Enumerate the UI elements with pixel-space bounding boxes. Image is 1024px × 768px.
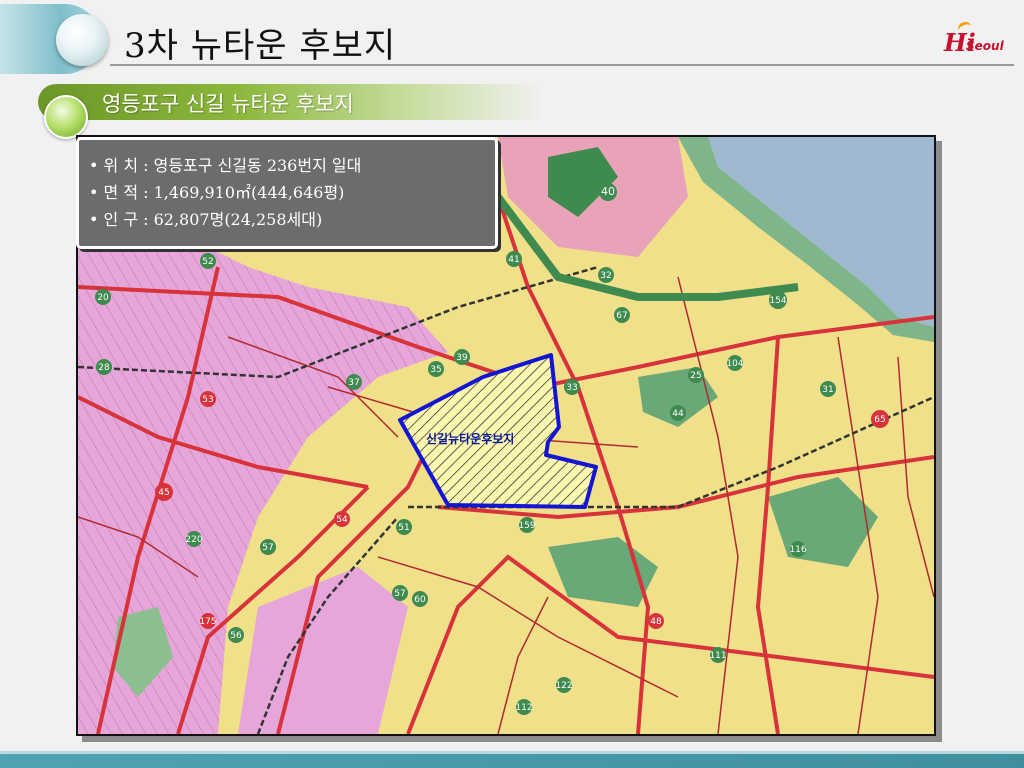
info-area: • 면 적 : 1,469,910㎡(444,646평): [89, 183, 345, 202]
section-orb-icon: [44, 95, 88, 139]
candidate-area-label: 신길뉴타운후보지: [426, 431, 514, 446]
route-marker: 35: [430, 365, 441, 375]
route-marker: 52: [202, 257, 213, 267]
footer-bar: [0, 754, 1024, 768]
hi-seoul-logo: Hi Seoul: [944, 19, 1018, 64]
logo-seoul-text: Seoul: [966, 39, 1004, 53]
route-marker: 39: [456, 353, 468, 363]
route-marker: 154: [769, 296, 786, 306]
route-marker: 33: [566, 383, 577, 393]
section-title: 영등포구 신길 뉴타운 후보지: [102, 92, 354, 116]
route-marker: 60: [414, 595, 426, 605]
route-marker: 37: [348, 378, 359, 388]
route-marker: 67: [616, 311, 627, 321]
info-population: • 인 구 : 62,807명(24,258세대): [89, 210, 323, 229]
route-marker: 53: [202, 395, 213, 405]
route-marker: 48: [650, 617, 662, 627]
route-marker: 65: [874, 415, 885, 425]
route-marker: 220: [185, 535, 202, 545]
info-location: • 위 치 : 영등포구 신길동 236번지 일대: [89, 156, 362, 175]
page-title: 3차 뉴타운 후보지: [124, 26, 397, 66]
title-divider: [110, 64, 1014, 66]
route-marker: 32: [600, 271, 611, 281]
route-marker: 57: [262, 543, 273, 553]
route-marker: 57: [394, 589, 405, 599]
route-marker: 40: [601, 185, 615, 198]
route-marker: 28: [98, 363, 110, 373]
route-marker: 45: [158, 488, 169, 498]
route-marker: 31: [822, 385, 833, 395]
route-marker: 44: [672, 409, 684, 419]
route-marker: 111: [709, 651, 726, 661]
route-marker: 56: [230, 631, 242, 641]
route-marker: 122: [555, 681, 572, 691]
route-marker: 41: [508, 255, 519, 265]
route-marker: 112: [515, 703, 532, 713]
route-marker: 104: [726, 359, 743, 369]
route-marker: 116: [789, 545, 806, 555]
route-marker: 54: [336, 515, 348, 525]
route-marker: 25: [690, 371, 701, 381]
route-marker: 175: [199, 617, 216, 627]
route-marker: 159: [518, 521, 535, 531]
route-marker: 20: [97, 293, 109, 303]
route-marker: 51: [398, 523, 409, 533]
title-orb-decoration: [56, 14, 108, 66]
info-panel: • 위 치 : 영등포구 신길동 236번지 일대 • 면 적 : 1,469,…: [76, 137, 498, 249]
